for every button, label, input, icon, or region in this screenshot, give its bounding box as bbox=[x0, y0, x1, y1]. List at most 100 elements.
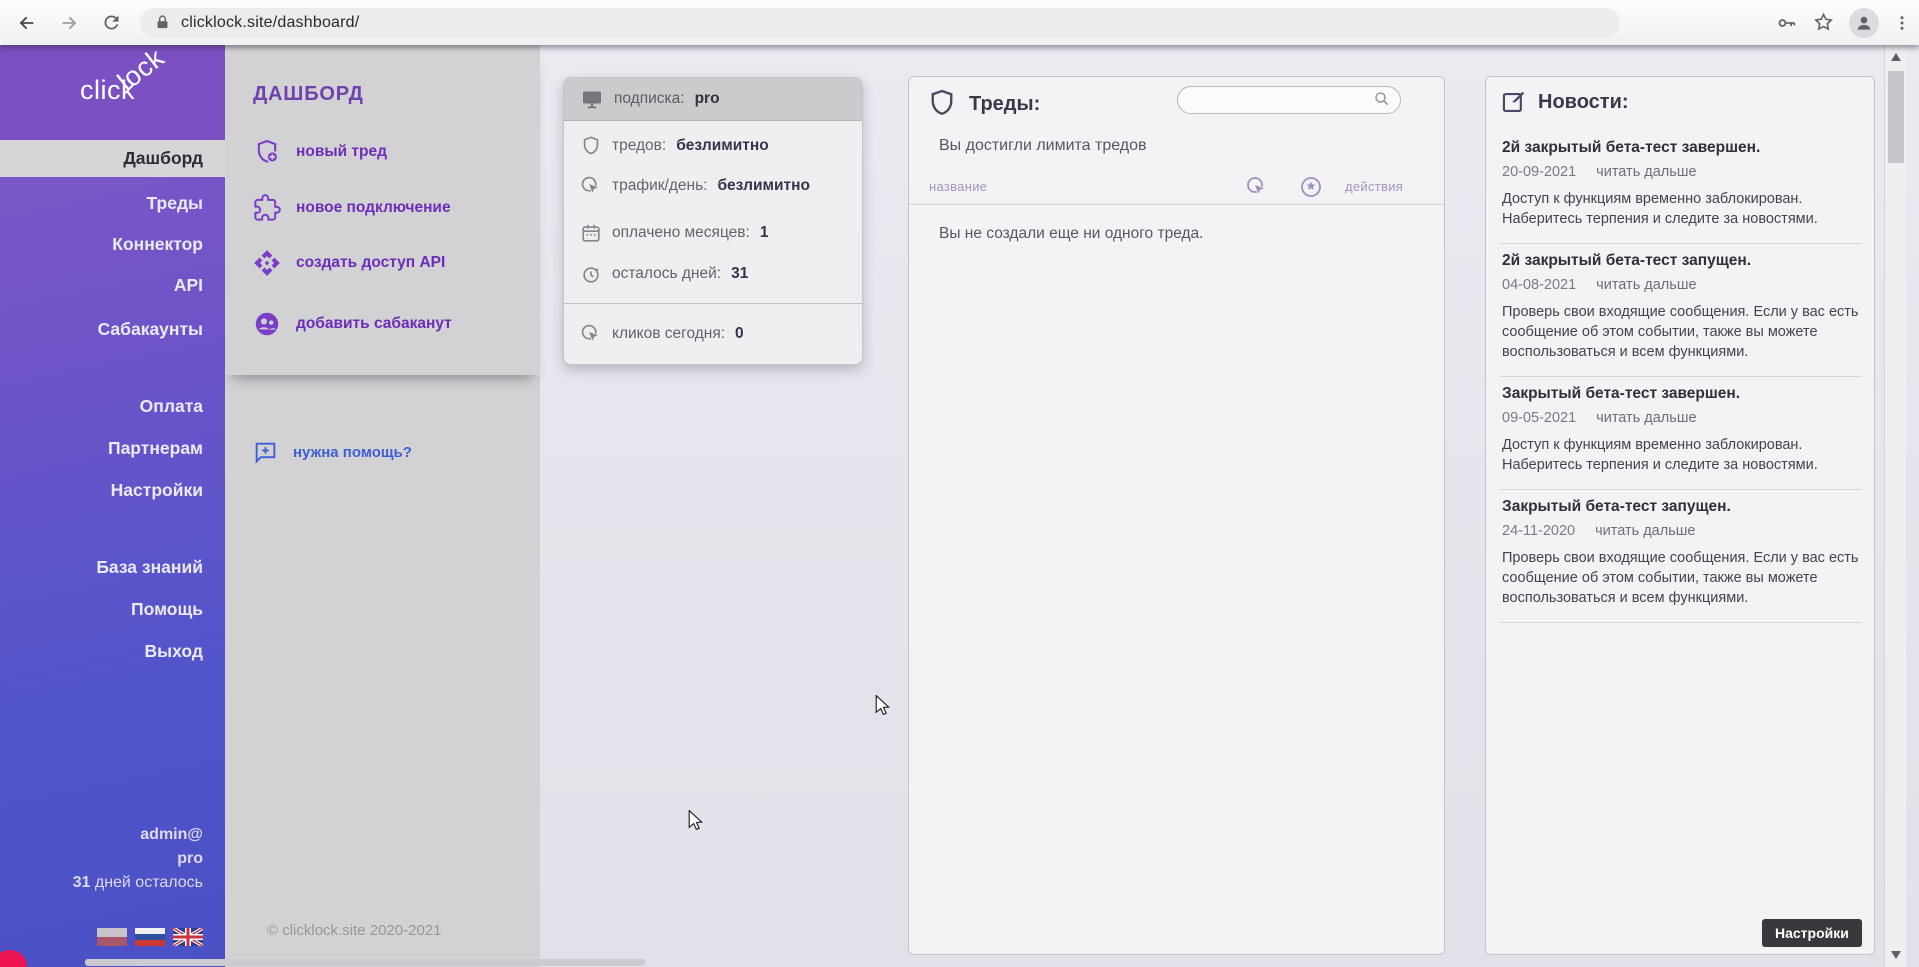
sidebar-item-payment[interactable]: Оплата bbox=[0, 388, 225, 424]
key-icon[interactable] bbox=[1776, 12, 1798, 34]
new-connection-label: новое подключение bbox=[296, 199, 451, 217]
profile-avatar[interactable] bbox=[1849, 8, 1879, 38]
toolbar-right bbox=[1776, 0, 1911, 45]
logo-block[interactable]: clicklock bbox=[0, 45, 225, 140]
read-more-link[interactable]: читать дальше bbox=[1596, 277, 1696, 293]
subscription-divider bbox=[564, 303, 862, 304]
days-left-row: осталось дней: 31 bbox=[564, 259, 862, 289]
news-item-date: 20-09-2021 bbox=[1502, 164, 1576, 180]
subscription-header: подписка: pro bbox=[564, 78, 862, 121]
flag-russia-icon[interactable] bbox=[135, 928, 165, 946]
refresh-button[interactable] bbox=[96, 8, 126, 38]
flag-uk-icon[interactable] bbox=[173, 928, 203, 946]
threads-table-header: название действия bbox=[909, 171, 1444, 205]
news-item-title: 2й закрытый бета-тест запущен. bbox=[1502, 252, 1860, 270]
vertical-scrollbar[interactable] bbox=[1884, 45, 1906, 967]
browser-toolbar: clicklock.site/dashboard/ bbox=[0, 0, 1919, 45]
paid-months-row: оплачено месяцев: 1 bbox=[564, 218, 862, 248]
api-icon bbox=[253, 249, 281, 277]
sidebar-item-partners[interactable]: Партнерам bbox=[0, 430, 225, 466]
account-plan: pro bbox=[177, 850, 203, 868]
click-icon bbox=[580, 175, 602, 197]
sidebar-item-api[interactable]: API bbox=[0, 267, 225, 303]
news-list: 2й закрытый бета-тест завершен. 20-09-20… bbox=[1500, 131, 1862, 623]
create-api-access-label: создать доступ API bbox=[296, 254, 445, 272]
create-api-access-button[interactable]: создать доступ API bbox=[253, 246, 445, 280]
subscription-label: подписка: bbox=[614, 90, 685, 108]
triangle-down-icon bbox=[1891, 951, 1901, 959]
flag-muted-icon[interactable] bbox=[97, 928, 127, 946]
add-subaccount-label: добавить сабаканут bbox=[296, 315, 452, 333]
sidebar-item-knowledge-base[interactable]: База знаний bbox=[0, 549, 225, 585]
news-item: Закрытый бета-тест завершен. 09-05-2021 … bbox=[1500, 377, 1862, 490]
sidebar-item-subaccounts[interactable]: Сабакаунты bbox=[0, 311, 225, 347]
new-thread-label: новый тред bbox=[296, 143, 387, 161]
threads-empty-message: Вы не создали еще ни одного треда. bbox=[939, 225, 1203, 243]
lock-icon bbox=[154, 14, 171, 31]
shield-icon bbox=[580, 135, 602, 157]
person-icon bbox=[1854, 13, 1874, 33]
read-more-link[interactable]: читать дальше bbox=[1595, 523, 1695, 539]
column-name-label: название bbox=[929, 179, 987, 194]
news-title: Новости: bbox=[1538, 91, 1629, 114]
copyright-text: © clicklock.site 2020-2021 bbox=[267, 922, 441, 939]
need-help-label: нужна помощь? bbox=[293, 444, 412, 461]
click-icon bbox=[580, 323, 602, 345]
settings-tooltip: Настройки bbox=[1762, 919, 1862, 947]
actions-panel-title: ДАШБОРД bbox=[253, 83, 364, 106]
sidebar: clicklock Дашборд Треды Коннектор API Са… bbox=[0, 45, 225, 967]
news-item: Закрытый бета-тест запущен. 24-11-2020 ч… bbox=[1500, 490, 1862, 623]
column-clicks-icon bbox=[1245, 175, 1269, 199]
column-actions-label: действия bbox=[1345, 179, 1403, 194]
news-item-body: Доступ к функциям временно заблокирован.… bbox=[1502, 189, 1860, 229]
read-more-link[interactable]: читать дальше bbox=[1596, 164, 1696, 180]
sidebar-item-threads[interactable]: Треды bbox=[0, 185, 225, 221]
forward-arrow-icon bbox=[58, 12, 80, 34]
sidebar-item-logout[interactable]: Выход bbox=[0, 633, 225, 669]
sidebar-item-settings[interactable]: Настройки bbox=[0, 472, 225, 508]
help-comment-plus-icon bbox=[253, 440, 278, 465]
news-item-date: 04-08-2021 bbox=[1502, 277, 1576, 293]
threads-search-input[interactable] bbox=[1177, 86, 1401, 114]
new-connection-button[interactable]: новое подключение bbox=[253, 191, 451, 225]
sidebar-item-dashboard[interactable]: Дашборд bbox=[0, 140, 225, 177]
column-status-shield-icon bbox=[1299, 175, 1323, 199]
threads-limit-message: Вы достигли лимита тредов bbox=[939, 137, 1147, 155]
address-bar[interactable]: clicklock.site/dashboard/ bbox=[140, 8, 1620, 38]
threads-panel: Треды: Вы достигли лимита тредов названи… bbox=[908, 76, 1445, 955]
triangle-up-icon bbox=[1891, 53, 1901, 61]
news-item-title: Закрытый бета-тест завершен. bbox=[1502, 385, 1860, 403]
news-item-body: Проверь свои входящие сообщения. Если у … bbox=[1502, 302, 1860, 362]
clicklock-logo: clicklock bbox=[80, 75, 185, 106]
calendar-icon bbox=[580, 222, 602, 244]
scroll-up-arrow[interactable] bbox=[1885, 47, 1907, 67]
browser-menu-icon[interactable] bbox=[1893, 14, 1911, 32]
sidebar-item-connector[interactable]: Коннектор bbox=[0, 226, 225, 262]
back-arrow-icon bbox=[16, 12, 38, 34]
need-help-link[interactable]: нужна помощь? bbox=[253, 435, 412, 469]
news-item: 2й закрытый бета-тест завершен. 20-09-20… bbox=[1500, 131, 1862, 244]
news-item-title: Закрытый бета-тест запущен. bbox=[1502, 498, 1860, 516]
subaccount-icon bbox=[253, 310, 281, 338]
refresh-icon bbox=[101, 12, 122, 33]
horizontal-scrollbar-thumb[interactable] bbox=[85, 959, 645, 966]
clicks-today-row: кликов сегодня: 0 bbox=[564, 319, 862, 349]
sidebar-item-help[interactable]: Помощь bbox=[0, 591, 225, 627]
news-item-body: Доступ к функциям временно заблокирован.… bbox=[1502, 435, 1860, 475]
add-subaccount-button[interactable]: добавить сабаканут bbox=[253, 307, 452, 341]
news-item-date: 09-05-2021 bbox=[1502, 410, 1576, 426]
scroll-down-arrow[interactable] bbox=[1885, 945, 1907, 965]
bookmark-star-icon[interactable] bbox=[1812, 11, 1835, 34]
forward-button[interactable] bbox=[54, 8, 84, 38]
app-window: clicklock.site/dashboard/ clicklock Дашб… bbox=[0, 0, 1919, 967]
actions-column: ДАШБОРД новый тред новое подключение соз… bbox=[225, 45, 540, 967]
news-item-date: 24-11-2020 bbox=[1502, 523, 1575, 539]
threads-title: Треды: bbox=[969, 93, 1040, 116]
threads-limit-row: тредов: безлимитно bbox=[564, 131, 862, 161]
new-thread-button[interactable]: новый тред bbox=[253, 135, 387, 169]
monitor-icon bbox=[580, 87, 604, 111]
back-button[interactable] bbox=[12, 8, 42, 38]
puzzle-icon bbox=[253, 194, 281, 222]
scrollbar-thumb[interactable] bbox=[1888, 71, 1904, 163]
read-more-link[interactable]: читать дальше bbox=[1596, 410, 1696, 426]
